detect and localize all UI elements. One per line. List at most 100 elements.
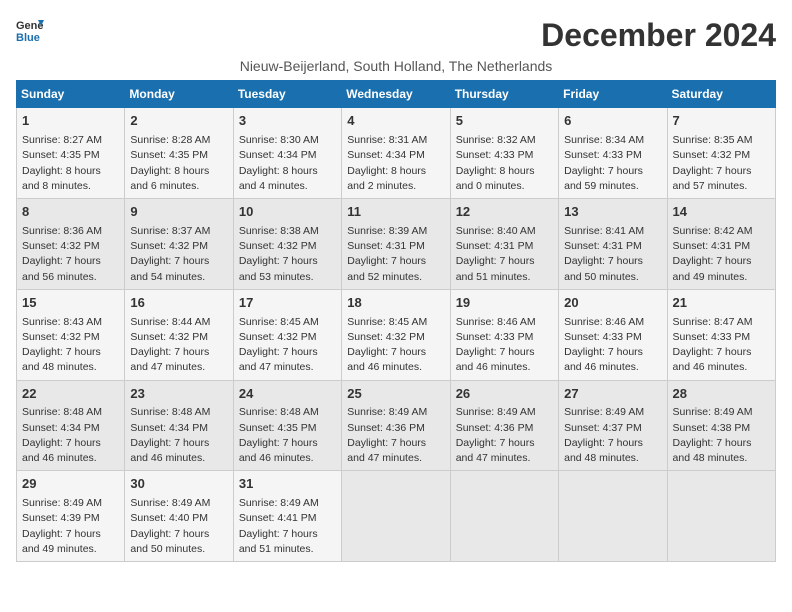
day-info-line: and 46 minutes. [347, 360, 444, 375]
day-info-line: and 2 minutes. [347, 179, 444, 194]
day-info-line: Sunrise: 8:31 AM [347, 133, 444, 148]
day-info-line: Sunrise: 8:49 AM [347, 405, 444, 420]
day-number: 11 [347, 203, 444, 222]
day-number: 3 [239, 112, 336, 131]
calendar-cell: 3Sunrise: 8:30 AMSunset: 4:34 PMDaylight… [233, 108, 341, 199]
calendar-cell: 27Sunrise: 8:49 AMSunset: 4:37 PMDayligh… [559, 380, 667, 471]
calendar-cell [667, 471, 775, 562]
day-info-line: Sunrise: 8:41 AM [564, 224, 661, 239]
day-info-line: Sunset: 4:32 PM [22, 239, 119, 254]
day-number: 2 [130, 112, 227, 131]
calendar-cell: 2Sunrise: 8:28 AMSunset: 4:35 PMDaylight… [125, 108, 233, 199]
day-info-line: Daylight: 8 hours [456, 164, 553, 179]
day-info-line: Daylight: 7 hours [22, 527, 119, 542]
logo-icon: General Blue [16, 16, 44, 44]
day-header-tuesday: Tuesday [233, 81, 341, 108]
day-info-line: Sunrise: 8:36 AM [22, 224, 119, 239]
calendar-cell [450, 471, 558, 562]
day-info-line: Sunrise: 8:35 AM [673, 133, 770, 148]
day-info-line: Daylight: 7 hours [673, 345, 770, 360]
day-number: 6 [564, 112, 661, 131]
day-info-line: Sunrise: 8:30 AM [239, 133, 336, 148]
main-title: December 2024 [541, 16, 776, 54]
day-info-line: Daylight: 7 hours [347, 345, 444, 360]
day-info-line: Sunrise: 8:45 AM [347, 315, 444, 330]
calendar-cell [342, 471, 450, 562]
day-number: 22 [22, 385, 119, 404]
day-number: 7 [673, 112, 770, 131]
calendar-week-row: 1Sunrise: 8:27 AMSunset: 4:35 PMDaylight… [17, 108, 776, 199]
calendar-cell: 23Sunrise: 8:48 AMSunset: 4:34 PMDayligh… [125, 380, 233, 471]
day-info-line: Sunset: 4:34 PM [239, 148, 336, 163]
calendar-cell: 25Sunrise: 8:49 AMSunset: 4:36 PMDayligh… [342, 380, 450, 471]
day-info-line: Sunrise: 8:44 AM [130, 315, 227, 330]
calendar-week-row: 22Sunrise: 8:48 AMSunset: 4:34 PMDayligh… [17, 380, 776, 471]
day-number: 21 [673, 294, 770, 313]
day-info-line: Daylight: 7 hours [22, 345, 119, 360]
day-header-saturday: Saturday [667, 81, 775, 108]
day-info-line: Sunset: 4:32 PM [130, 239, 227, 254]
calendar-cell: 5Sunrise: 8:32 AMSunset: 4:33 PMDaylight… [450, 108, 558, 199]
day-info-line: Daylight: 7 hours [456, 345, 553, 360]
calendar-cell: 19Sunrise: 8:46 AMSunset: 4:33 PMDayligh… [450, 289, 558, 380]
day-info-line: Sunset: 4:33 PM [564, 330, 661, 345]
calendar-table: SundayMondayTuesdayWednesdayThursdayFrid… [16, 80, 776, 562]
day-number: 10 [239, 203, 336, 222]
day-info-line: Sunset: 4:32 PM [22, 330, 119, 345]
day-info-line: Daylight: 8 hours [347, 164, 444, 179]
day-info-line: Daylight: 7 hours [239, 345, 336, 360]
calendar-cell: 31Sunrise: 8:49 AMSunset: 4:41 PMDayligh… [233, 471, 341, 562]
day-info-line: Sunrise: 8:37 AM [130, 224, 227, 239]
day-number: 23 [130, 385, 227, 404]
day-info-line: and 8 minutes. [22, 179, 119, 194]
calendar-cell: 1Sunrise: 8:27 AMSunset: 4:35 PMDaylight… [17, 108, 125, 199]
day-info-line: and 47 minutes. [130, 360, 227, 375]
day-number: 14 [673, 203, 770, 222]
day-info-line: Sunrise: 8:45 AM [239, 315, 336, 330]
day-number: 18 [347, 294, 444, 313]
day-info-line: Sunrise: 8:34 AM [564, 133, 661, 148]
day-info-line: Daylight: 7 hours [22, 436, 119, 451]
day-info-line: Sunset: 4:38 PM [673, 421, 770, 436]
day-info-line: Sunset: 4:41 PM [239, 511, 336, 526]
day-header-friday: Friday [559, 81, 667, 108]
calendar-body: 1Sunrise: 8:27 AMSunset: 4:35 PMDaylight… [17, 108, 776, 562]
day-info-line: Daylight: 7 hours [456, 436, 553, 451]
calendar-cell: 26Sunrise: 8:49 AMSunset: 4:36 PMDayligh… [450, 380, 558, 471]
day-info-line: Sunrise: 8:39 AM [347, 224, 444, 239]
page-header: General Blue December 2024 [16, 16, 776, 54]
day-info-line: and 0 minutes. [456, 179, 553, 194]
day-info-line: Sunset: 4:32 PM [130, 330, 227, 345]
calendar-cell: 18Sunrise: 8:45 AMSunset: 4:32 PMDayligh… [342, 289, 450, 380]
day-info-line: Daylight: 7 hours [347, 254, 444, 269]
day-info-line: Sunset: 4:37 PM [564, 421, 661, 436]
day-info-line: Sunset: 4:31 PM [673, 239, 770, 254]
day-info-line: and 46 minutes. [456, 360, 553, 375]
day-info-line: and 46 minutes. [564, 360, 661, 375]
calendar-cell: 29Sunrise: 8:49 AMSunset: 4:39 PMDayligh… [17, 471, 125, 562]
day-info-line: Sunrise: 8:38 AM [239, 224, 336, 239]
day-info-line: Sunrise: 8:48 AM [239, 405, 336, 420]
day-info-line: Daylight: 8 hours [130, 164, 227, 179]
calendar-week-row: 15Sunrise: 8:43 AMSunset: 4:32 PMDayligh… [17, 289, 776, 380]
day-header-monday: Monday [125, 81, 233, 108]
day-info-line: and 50 minutes. [130, 542, 227, 557]
day-info-line: Sunrise: 8:49 AM [130, 496, 227, 511]
day-info-line: Daylight: 7 hours [239, 527, 336, 542]
calendar-cell: 16Sunrise: 8:44 AMSunset: 4:32 PMDayligh… [125, 289, 233, 380]
day-info-line: Sunset: 4:40 PM [130, 511, 227, 526]
day-info-line: Sunset: 4:31 PM [564, 239, 661, 254]
calendar-cell: 11Sunrise: 8:39 AMSunset: 4:31 PMDayligh… [342, 199, 450, 290]
day-info-line: Sunset: 4:33 PM [564, 148, 661, 163]
day-info-line: and 53 minutes. [239, 270, 336, 285]
calendar-cell: 10Sunrise: 8:38 AMSunset: 4:32 PMDayligh… [233, 199, 341, 290]
day-info-line: Sunset: 4:33 PM [673, 330, 770, 345]
day-info-line: Sunrise: 8:49 AM [673, 405, 770, 420]
day-number: 28 [673, 385, 770, 404]
day-number: 5 [456, 112, 553, 131]
day-header-wednesday: Wednesday [342, 81, 450, 108]
day-number: 17 [239, 294, 336, 313]
day-info-line: and 46 minutes. [239, 451, 336, 466]
day-info-line: Sunrise: 8:32 AM [456, 133, 553, 148]
day-info-line: Sunset: 4:36 PM [456, 421, 553, 436]
